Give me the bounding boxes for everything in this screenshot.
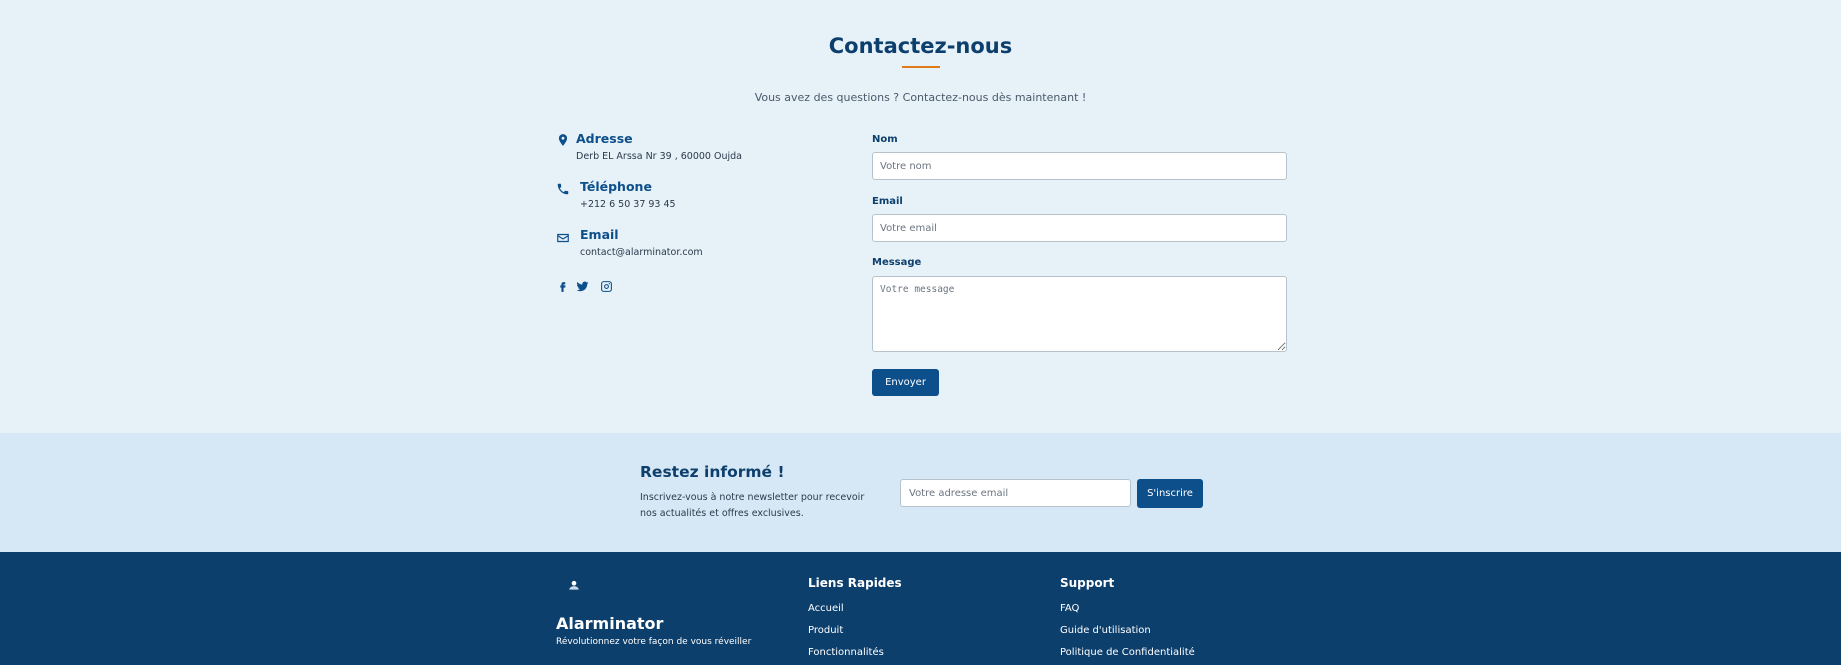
address-info: Adresse Derb EL Arssa Nr 39 , 60000 Oujd… [556,131,806,167]
brand-tagline: Révolutionnez votre façon de vous réveil… [556,637,752,647]
title-underline [902,66,940,68]
instagram-icon[interactable] [600,280,613,293]
phone-label: Téléphone [580,179,652,194]
email-field-label: Email [872,196,903,207]
newsletter-section: Restez informé ! Inscrivez-vous à notre … [0,433,1841,552]
submit-button[interactable]: Envoyer [872,369,939,396]
twitter-icon[interactable] [576,280,589,293]
phone-value: +212 6 50 37 93 45 [580,199,676,210]
facebook-icon[interactable] [556,280,569,293]
newsletter-title: Restez informé ! [640,463,785,481]
map-marker-icon [556,133,570,147]
name-input[interactable] [872,152,1287,180]
contact-subtitle: Vous avez des questions ? Contactez-nous… [754,91,1087,104]
subscribe-button[interactable]: S'inscrire [1137,479,1203,508]
email-label: Email [580,227,619,242]
footer-link-privacy[interactable]: Politique de Confidentialité [1060,647,1195,658]
envelope-icon [556,231,570,245]
message-field-label: Message [872,257,922,268]
alarm-clock-icon [567,578,581,592]
name-field-label: Nom [872,134,898,145]
phone-icon [556,182,570,196]
footer-link-accueil[interactable]: Accueil [808,603,844,614]
address-value: Derb EL Arssa Nr 39 , 60000 Oujda [576,151,742,162]
newsletter-text: Inscrivez-vous à notre newsletter pour r… [640,492,865,519]
contact-section: Contactez-nous Vous avez des questions ?… [0,0,1841,433]
support-title: Support [1060,576,1115,590]
footer-link-guide[interactable]: Guide d'utilisation [1060,625,1151,636]
quick-links-title: Liens Rapides [808,576,902,590]
newsletter-email-input[interactable] [900,479,1131,507]
message-textarea[interactable] [872,276,1287,352]
email-value: contact@alarminator.com [580,247,703,258]
contact-title: Contactez-nous [828,34,1013,58]
phone-info: Téléphone +212 6 50 37 93 45 [556,179,806,215]
footer-link-fonctionnalites[interactable]: Fonctionnalités [808,647,884,658]
footer-link-faq[interactable]: FAQ [1060,603,1079,614]
email-info: Email contact@alarminator.com [556,227,806,263]
address-label: Adresse [576,131,633,146]
footer: Alarminator Révolutionnez votre façon de… [0,552,1841,665]
footer-link-produit[interactable]: Produit [808,625,843,636]
email-input[interactable] [872,214,1287,242]
brand-name: Alarminator [556,614,664,633]
